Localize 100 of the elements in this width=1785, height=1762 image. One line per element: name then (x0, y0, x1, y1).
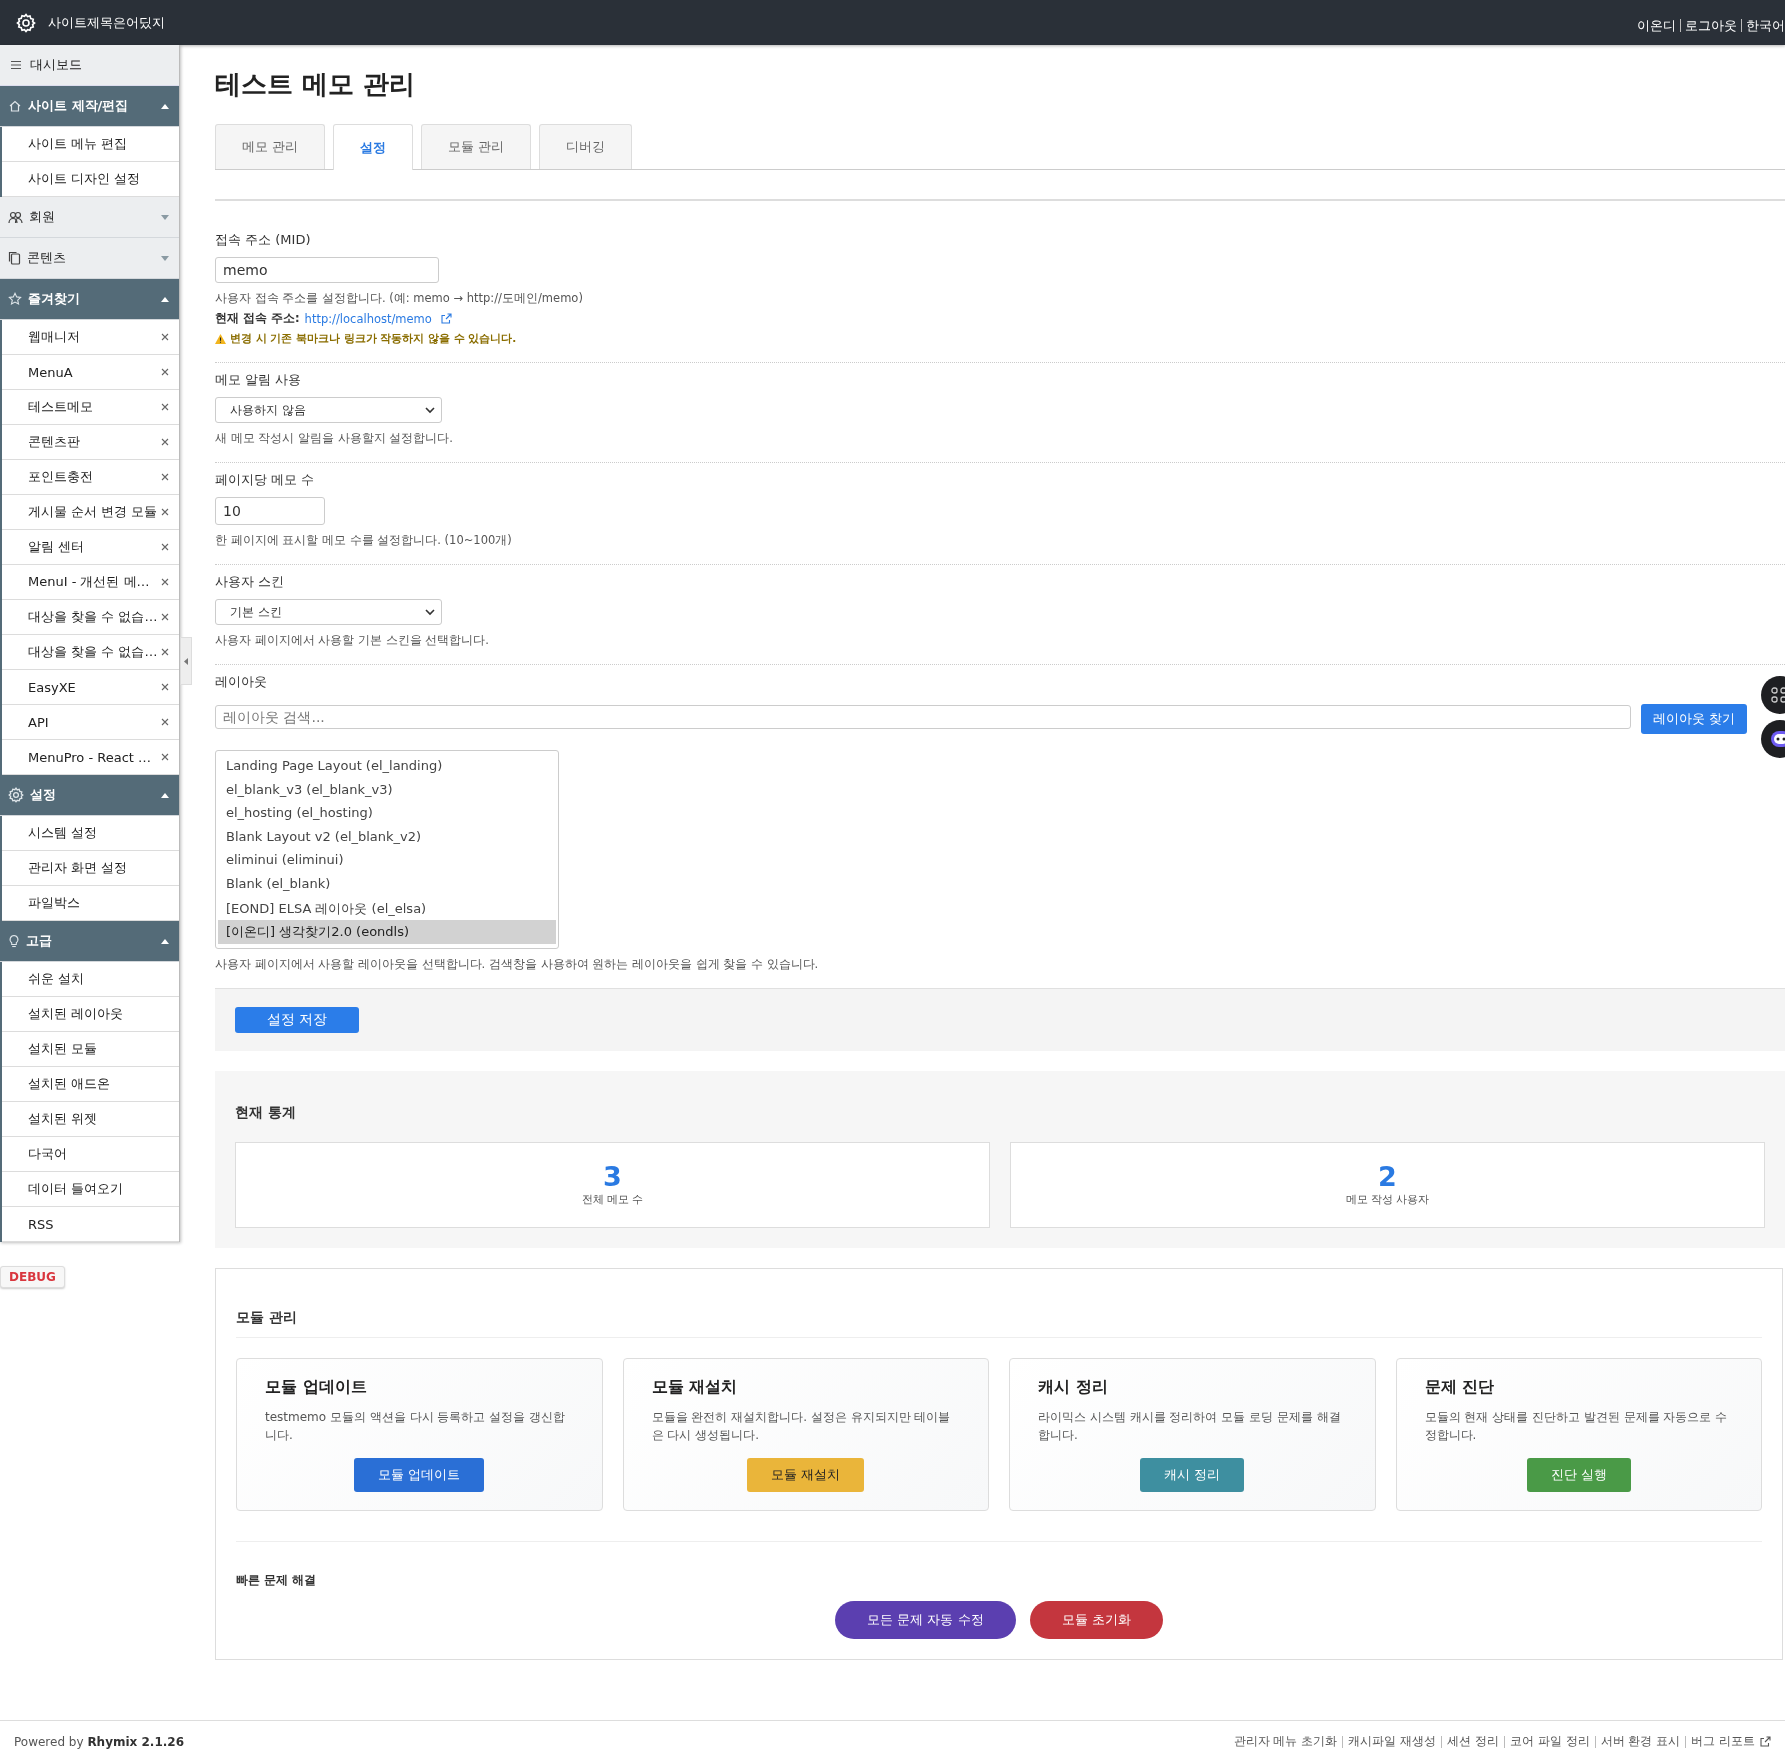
action-button[interactable]: 모듈 업데이트 (354, 1457, 485, 1492)
action-button[interactable]: 캐시 정리 (1140, 1457, 1245, 1492)
sidebar-item[interactable]: 테스트메모 (2, 390, 179, 425)
sidebar-item[interactable]: 사이트 메뉴 편집 (2, 127, 179, 162)
sidebar-group-header[interactable]: 콘텐츠 (0, 238, 179, 279)
footer-link[interactable]: 캐시파일 재생성 (1348, 1733, 1437, 1750)
footer-link[interactable]: 세션 정리 (1447, 1733, 1499, 1750)
site-title[interactable]: 사이트제목은어딨지 (48, 13, 165, 32)
sidebar-item[interactable]: 설치된 모듈 (2, 1032, 179, 1067)
close-icon[interactable] (161, 578, 169, 586)
chevron-down-icon (425, 406, 435, 414)
footer-link[interactable]: 버그 리포트 (1691, 1733, 1755, 1750)
powered-by-text: Powered by Rhymix 2.1.26 (14, 1734, 185, 1749)
sidebar-item[interactable]: 대상을 찾을 수 없습… (2, 600, 179, 635)
sidebar-group-header[interactable]: 회원 (0, 197, 179, 238)
sidebar-item[interactable]: 대시보드 (0, 45, 179, 86)
dropdown[interactable]: 기본 스킨 (215, 599, 442, 625)
tab[interactable]: 설정 (333, 124, 414, 170)
search-field[interactable]: 레이아웃 검색... (215, 704, 1631, 729)
sidebar-group-header[interactable]: 즐겨찾기 (0, 279, 179, 320)
action-button[interactable]: 진단 실행 (1526, 1457, 1631, 1492)
user-link[interactable]: 로그아웃 (1685, 16, 1737, 35)
card-title: 모듈 재설치 (651, 1376, 739, 1398)
list-option[interactable]: [EOND] ELSA 레이아웃 (el_elsa) (218, 896, 556, 921)
sidebar-label: 설정 (30, 786, 57, 804)
close-icon[interactable] (161, 368, 169, 376)
sidebar-item[interactable]: 다국어 (2, 1137, 179, 1172)
sidebar-label: 콘텐츠 (27, 249, 67, 267)
close-icon[interactable] (161, 543, 169, 551)
tab[interactable]: 모듈 관리 (421, 124, 532, 169)
sidebar-item[interactable]: 대상을 찾을 수 없습… (2, 635, 179, 670)
sidebar-label: 다국어 (28, 1145, 68, 1163)
list-option[interactable]: el_hosting (el_hosting) (218, 802, 556, 826)
sidebar-item[interactable]: 설치된 애드온 (2, 1067, 179, 1102)
sidebar-label: 쉬운 설치 (28, 970, 86, 988)
field-label: 메모 알림 사용 (215, 371, 303, 389)
close-icon[interactable] (161, 438, 169, 446)
sidebar-item[interactable]: 콘텐츠판 (2, 425, 179, 460)
sidebar-item[interactable]: MenuA (2, 355, 179, 390)
sidebar-group-header[interactable]: 고급 (0, 921, 179, 962)
sidebar-item[interactable]: 알림 센터 (2, 530, 179, 565)
caret-up-icon (161, 938, 169, 944)
list-option[interactable]: el_blank_v3 (el_blank_v3) (218, 778, 556, 803)
list-option[interactable]: eliminui (eliminui) (218, 849, 556, 873)
sidebar-item[interactable]: 관리자 화면 설정 (2, 851, 179, 886)
close-icon[interactable] (161, 473, 169, 481)
tab[interactable]: 메모 관리 (215, 124, 326, 169)
sidebar-item[interactable]: API (2, 705, 179, 740)
sidebar-label: 웹매니저 (28, 328, 81, 346)
copy-icon (8, 251, 21, 265)
list-option[interactable]: [이온디] 생각찾기2.0 (eondls) (218, 920, 556, 944)
list-option[interactable]: Blank Layout v2 (el_blank_v2) (218, 825, 556, 850)
sidebar-item[interactable]: RSS (2, 1207, 179, 1242)
user-link[interactable]: 이온디 (1637, 16, 1676, 35)
sidebar-item[interactable]: 시스템 설정 (2, 816, 179, 851)
quick-fix-button[interactable]: 모든 문제 자동 수정 (835, 1600, 1016, 1639)
tab[interactable]: 디버깅 (539, 124, 633, 169)
close-icon[interactable] (161, 648, 169, 656)
sidebar-group-header[interactable]: 설정 (0, 775, 179, 816)
save-button[interactable]: 설정 저장 (235, 1006, 360, 1033)
list-option[interactable]: Blank (el_blank) (218, 872, 556, 897)
sidebar-label: 대시보드 (30, 56, 82, 74)
caret-up-icon (161, 296, 169, 302)
sidebar-item[interactable]: 설치된 레이아웃 (2, 997, 179, 1032)
find-layout-button[interactable]: 레이아웃 찾기 (1641, 704, 1748, 734)
sidebar-group-header[interactable]: 사이트 제작/편집 (0, 86, 179, 127)
input-field[interactable]: memo (215, 257, 439, 283)
footer-link[interactable]: 코어 파일 정리 (1509, 1733, 1590, 1750)
collapse-handle[interactable] (180, 637, 192, 685)
sidebar-label: 고급 (26, 932, 53, 950)
footer-link[interactable]: 서버 환경 표시 (1600, 1733, 1681, 1750)
input-field[interactable]: 10 (215, 497, 325, 525)
close-icon[interactable] (161, 613, 169, 621)
user-link[interactable]: 한국어 (1746, 16, 1785, 35)
action-button[interactable]: 모듈 재설치 (747, 1457, 865, 1492)
close-icon[interactable] (161, 718, 169, 726)
sidebar-item[interactable]: 게시물 순서 변경 모듈 (2, 495, 179, 530)
footer-link[interactable]: 관리자 메뉴 초기화 (1233, 1733, 1338, 1750)
list-option[interactable]: Landing Page Layout (el_landing) (218, 755, 556, 779)
field-label: 레이아웃 (215, 673, 268, 691)
chevron-down-icon (425, 608, 435, 616)
sidebar-label: API (28, 714, 50, 730)
sidebar-item[interactable]: 설치된 위젯 (2, 1102, 179, 1137)
dropdown[interactable]: 사용하지 않음 (215, 397, 442, 423)
star-icon (8, 292, 22, 306)
stat-label: 전체 메모 수 (581, 1192, 644, 1208)
sidebar-item[interactable]: 쉬운 설치 (2, 962, 179, 997)
sidebar-item[interactable]: 데이터 들여오기 (2, 1172, 179, 1207)
sidebar-label: 관리자 화면 설정 (28, 859, 129, 877)
close-icon[interactable] (161, 333, 169, 341)
sidebar-item[interactable]: MenuI - 개선된 메… (2, 565, 179, 600)
close-icon[interactable] (161, 403, 169, 411)
close-icon[interactable] (161, 508, 169, 516)
sidebar-item[interactable]: 포인트충전 (2, 460, 179, 495)
close-icon[interactable] (161, 753, 169, 761)
sidebar-item[interactable]: EasyXE (2, 670, 179, 705)
address-link[interactable]: http://localhost/memo (304, 311, 432, 326)
sidebar-item[interactable]: 웹매니저 (2, 320, 179, 355)
quick-fix-button[interactable]: 모듈 초기화 (1029, 1600, 1163, 1639)
close-icon[interactable] (161, 683, 169, 691)
